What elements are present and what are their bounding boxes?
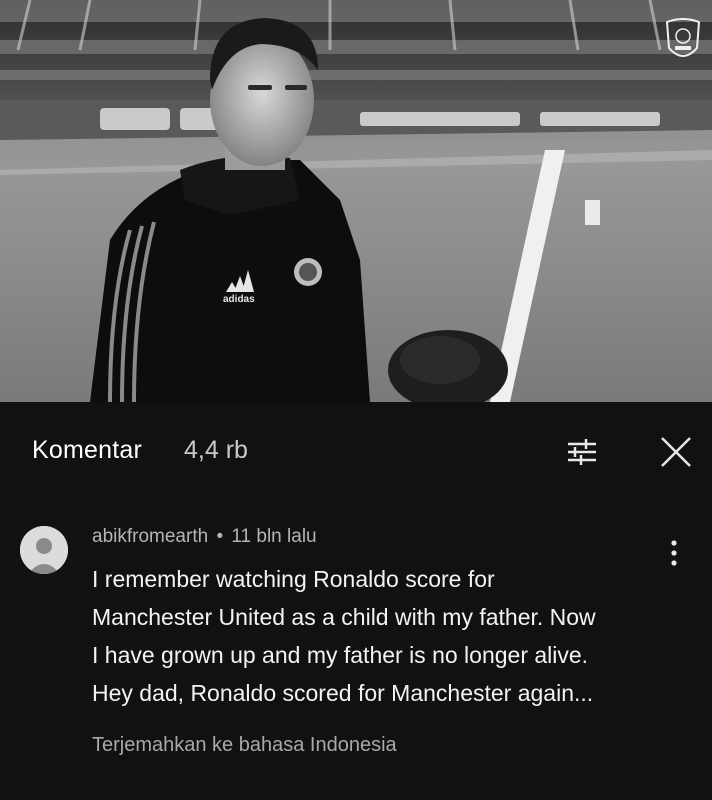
comments-header: Komentar 4,4 rb: [0, 402, 712, 498]
user-avatar-icon: [20, 526, 68, 574]
comment-author[interactable]: abikfromearth: [92, 526, 208, 547]
comment-line: Manchester United as a child with my fat…: [92, 604, 596, 630]
comments-panel: Komentar 4,4 rb abikfromearth • 11 bln l…: [0, 402, 712, 800]
comment-item: abikfromearth • 11 bln lalu I remember w…: [0, 514, 712, 784]
comments-count: 4,4 rb: [184, 436, 248, 464]
comment-time: 11 bln lalu: [231, 526, 317, 547]
sort-filter-button[interactable]: [556, 428, 608, 476]
translate-link[interactable]: Terjemahkan ke bahasa Indonesia: [92, 734, 397, 757]
stadium-interview-image: adidas: [0, 0, 712, 402]
close-icon: [661, 437, 691, 467]
comment-line: I have grown up and my father is no long…: [92, 642, 589, 668]
meta-separator: •: [216, 526, 224, 547]
comment-line: I remember watching Ronaldo score for: [92, 566, 495, 592]
comments-title: Komentar: [32, 436, 142, 464]
club-crest-icon: [665, 18, 701, 57]
svg-text:adidas: adidas: [223, 294, 255, 305]
video-player[interactable]: adidas: [0, 0, 712, 402]
comment-meta: abikfromearth • 11 bln lalu: [92, 526, 317, 548]
comment-text: I remember watching Ronaldo score for Ma…: [92, 560, 692, 712]
avatar[interactable]: [20, 526, 68, 574]
close-comments-button[interactable]: [652, 428, 700, 476]
sliders-icon: [568, 439, 596, 465]
comment-line: Hey dad, Ronaldo scored for Manchester a…: [92, 680, 594, 706]
